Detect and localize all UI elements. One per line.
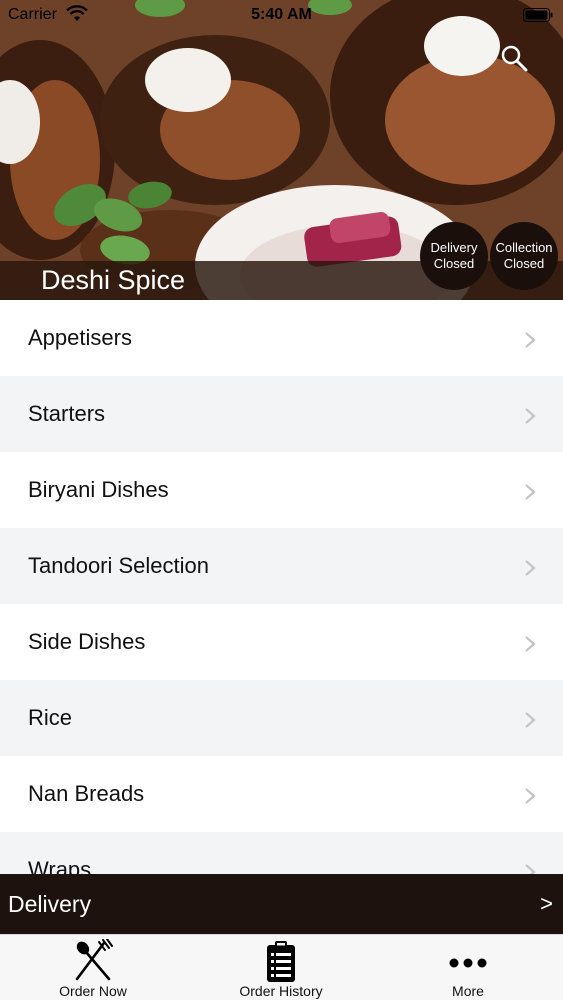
tab-label: Order History [239,983,323,999]
menu-item-starters[interactable]: Starters [0,376,563,452]
tab-label: Order Now [59,983,127,999]
menu-item-label: Starters [28,401,106,426]
chevron-right-icon [525,788,536,804]
chevron-right-icon [525,864,536,874]
battery-icon [523,8,553,22]
delivery-status-badge: Delivery Closed [420,222,488,290]
delivery-status-value: Closed [433,256,475,271]
tab-order-now[interactable]: Order Now [23,935,163,1001]
header-image: Carrier 5:40 AM Deshi Spice Delivery Clo… [0,0,563,300]
chevron-right-icon [525,636,536,652]
menu-item-rice[interactable]: Rice [0,680,563,756]
menu-item-appetisers[interactable]: Appetisers [0,300,563,376]
delivery-status-label: Delivery [430,240,478,255]
tab-label: More [452,983,484,999]
menu-item-nan-breads[interactable]: Nan Breads [0,756,563,832]
menu-item-label: Rice [28,705,73,730]
delivery-mode-bar[interactable]: Delivery > [0,874,563,934]
delivery-mode-arrow: > [540,891,553,916]
chevron-right-icon [525,712,536,728]
menu-item-label: Side Dishes [28,629,146,654]
menu-item-tandoori-selection[interactable]: Tandoori Selection [0,528,563,604]
collection-status-label: Collection [495,240,553,255]
clipboard-list-icon [267,941,295,982]
fork-spoon-icon [75,939,113,981]
menu-item-label: Biryani Dishes [28,477,169,502]
chevron-right-icon [525,332,536,348]
chevron-right-icon [525,484,536,500]
chevron-right-icon [525,408,536,424]
menu-item-biryani-dishes[interactable]: Biryani Dishes [0,452,563,528]
search-icon[interactable] [498,42,530,74]
restaurant-name: Deshi Spice [41,265,186,295]
menu-item-wraps[interactable]: Wraps [0,832,563,874]
menu-category-list: Appetisers Starters Biryani Dishes Tando… [0,300,563,874]
menu-item-label: Appetisers [28,325,132,350]
chevron-right-icon [525,560,536,576]
collection-status-badge: Collection Closed [490,222,558,290]
tab-bar: Order Now Order History More [0,934,563,1000]
clock: 5:40 AM [251,6,312,23]
tab-more[interactable]: More [398,935,538,1001]
collection-status-value: Closed [503,256,545,271]
menu-item-side-dishes[interactable]: Side Dishes [0,604,563,680]
menu-item-label: Tandoori Selection [28,553,210,578]
delivery-mode-label: Delivery [8,891,92,917]
status-bar: Carrier 5:40 AM [0,0,563,30]
menu-item-label: Wraps [28,857,92,874]
more-dots-icon [449,958,487,968]
menu-item-label: Nan Breads [28,781,145,806]
tab-order-history[interactable]: Order History [211,935,351,1001]
